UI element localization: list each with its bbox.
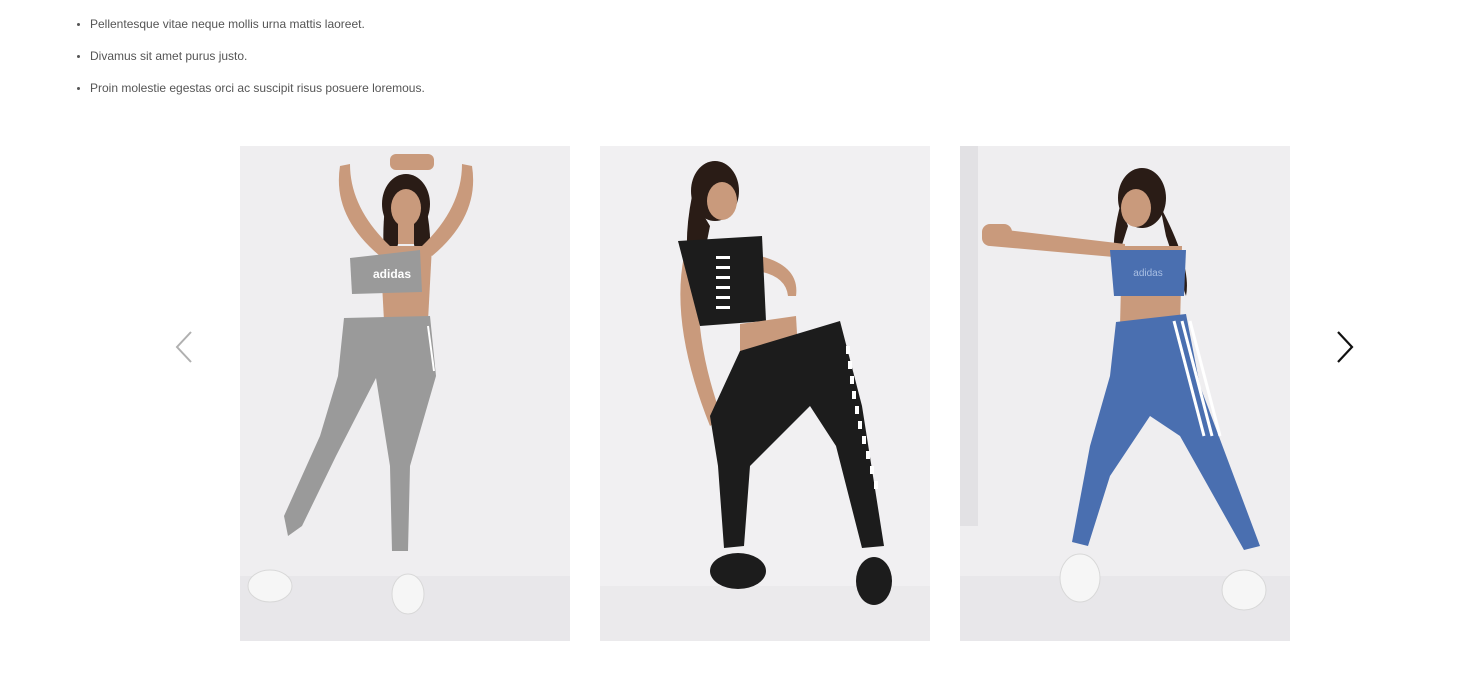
- carousel-next-button[interactable]: [1332, 330, 1356, 364]
- feature-list-item: Pellentesque vitae neque mollis urna mat…: [90, 14, 425, 46]
- carousel-slide[interactable]: [600, 146, 930, 641]
- carousel-slide[interactable]: adidas: [960, 146, 1290, 641]
- product-carousel: adidas adidas: [0, 146, 1463, 641]
- carousel-slide[interactable]: adidas: [240, 146, 570, 641]
- carousel-prev-button[interactable]: [173, 330, 197, 364]
- feature-list-item: Proin molestie egestas orci ac suscipit …: [90, 78, 425, 110]
- chevron-right-icon: [1337, 331, 1354, 363]
- product-photo-black: [600, 146, 930, 641]
- product-photo-blue: adidas: [960, 146, 1290, 641]
- chevron-left-icon: [175, 331, 192, 363]
- svg-text:adidas: adidas: [1133, 268, 1162, 279]
- feature-list-item: Divamus sit amet purus justo.: [90, 46, 425, 78]
- page: Pellentesque vitae neque mollis urna mat…: [0, 0, 1463, 679]
- svg-text:adidas: adidas: [373, 267, 411, 281]
- product-photo-grey: adidas: [240, 146, 570, 641]
- feature-list: Pellentesque vitae neque mollis urna mat…: [76, 14, 425, 110]
